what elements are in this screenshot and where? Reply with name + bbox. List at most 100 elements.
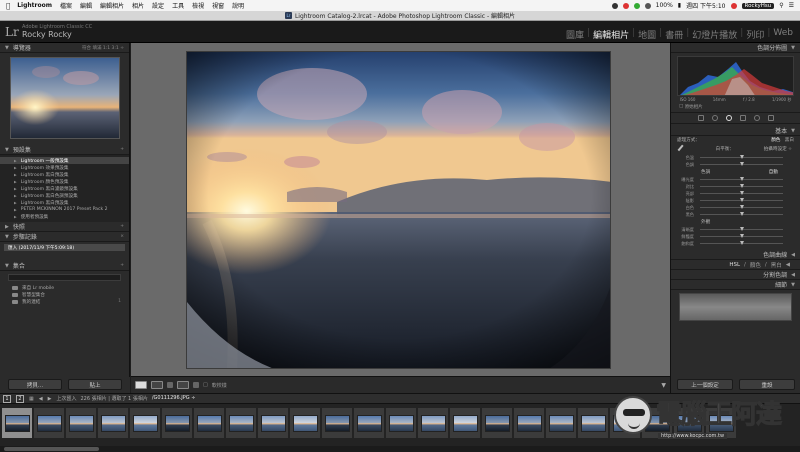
preset-folder[interactable]: ▶ 使用者預設集 — [0, 213, 129, 220]
presets-header[interactable]: ▼ 預設集 + — [0, 145, 129, 155]
filmstrip-cell[interactable] — [450, 408, 480, 438]
filmstrip-cell[interactable] — [258, 408, 288, 438]
filmstrip-cell[interactable] — [482, 408, 512, 438]
filmstrip-cell[interactable] — [578, 408, 608, 438]
collection-item[interactable]: 我的連結 1 — [0, 298, 129, 305]
filmstrip-scroll-thumb[interactable] — [4, 447, 99, 451]
split-toning-header[interactable]: 分割色調 ◀ — [671, 270, 800, 280]
copy-settings-icon[interactable] — [193, 382, 199, 388]
menu-window[interactable]: 視窗 — [212, 1, 224, 10]
menu-photo[interactable]: 相片 — [132, 1, 144, 10]
module-library[interactable]: 圖庫 — [563, 28, 587, 41]
menubar-clock[interactable]: 週四 下午5:10 — [686, 1, 725, 10]
graduated-filter-icon[interactable] — [739, 115, 746, 121]
history-header[interactable]: ▼ 步驟記錄 × — [0, 232, 129, 242]
slider-handle[interactable] — [739, 212, 744, 216]
expand-arrow-icon[interactable]: ▶ — [14, 194, 17, 198]
menu-develop[interactable]: 編輯相片 — [100, 1, 124, 10]
detail-header[interactable]: 細節 ▼ — [671, 280, 800, 290]
slider-track[interactable] — [700, 155, 783, 159]
history-step[interactable]: 匯入 (2017/11/9 下午5:09:18) — [4, 244, 125, 251]
slider-track[interactable] — [700, 234, 783, 238]
preset-folder[interactable]: ▶ Lightroom 顏色預設集 — [0, 178, 129, 185]
secondary-window-button[interactable]: 2 — [16, 394, 24, 403]
add-collection-icon[interactable]: + — [120, 263, 124, 268]
slider-handle[interactable] — [739, 184, 744, 188]
slider-handle[interactable] — [739, 177, 744, 181]
filmstrip-filename[interactable]: /G0111296.JPG ÷ — [152, 395, 196, 402]
module-print[interactable]: 列印 — [743, 28, 767, 41]
expand-arrow-icon[interactable]: ▶ — [14, 208, 17, 212]
snapshots-header[interactable]: ▶ 快照 + — [0, 222, 129, 232]
before-after-button[interactable] — [151, 381, 163, 389]
hsl-expand-icon[interactable]: ◀ — [786, 262, 790, 268]
module-web[interactable]: Web — [770, 28, 796, 41]
grid-view-icon[interactable]: ▦ — [29, 396, 34, 402]
preset-folder[interactable]: ▶ Lightroom 黑白色調預設集 — [0, 192, 129, 199]
module-book[interactable]: 書冊 — [662, 28, 686, 41]
slider-track[interactable] — [700, 184, 783, 188]
menu-edit[interactable]: 編輯 — [80, 1, 92, 10]
clear-history-icon[interactable]: × — [120, 234, 124, 239]
status-icon[interactable] — [611, 2, 618, 9]
user-menu[interactable]: RockyHsu — [741, 2, 775, 9]
basic-header[interactable]: 基本 ▼ — [671, 126, 800, 136]
preset-folder[interactable]: ▶ Lightroom 黑白預設集 — [0, 171, 129, 178]
slider-handle[interactable] — [739, 227, 744, 231]
paste-button[interactable]: 貼上 — [68, 379, 122, 390]
app-menu[interactable]: Lightroom — [17, 2, 52, 9]
expand-arrow-icon[interactable]: ▶ — [14, 215, 17, 219]
filmstrip-cell[interactable] — [2, 408, 32, 438]
menu-list-icon[interactable]: ☰ — [789, 2, 794, 9]
tone-auto-button[interactable]: 自動 — [769, 169, 778, 175]
menu-help[interactable]: 說明 — [232, 1, 244, 10]
loupe-view-button[interactable] — [135, 381, 147, 389]
battery-icon[interactable]: ▮ — [678, 2, 681, 9]
soft-proof-checkbox-icon[interactable]: □ — [203, 382, 208, 388]
navigator-zoom-options[interactable]: 符合 填滿 1:1 3:1 ÷ — [82, 45, 124, 51]
before-after-options-icon[interactable] — [167, 382, 173, 388]
status-icon[interactable] — [622, 2, 629, 9]
slider-handle[interactable] — [739, 241, 744, 245]
filmstrip-cell[interactable] — [194, 408, 224, 438]
tab-hsl[interactable]: HSL — [729, 262, 740, 268]
tone-curve-header[interactable]: 色調曲線 ◀ — [671, 250, 800, 260]
menu-view[interactable]: 檢視 — [192, 1, 204, 10]
filmstrip-cell[interactable] — [514, 408, 544, 438]
filmstrip-cell[interactable] — [130, 408, 160, 438]
filmstrip-source-path[interactable]: 上次匯入 226 張相片 | 選取了 1 張相片 /G0111296.JPG ÷ — [56, 395, 195, 402]
filmstrip-cell[interactable] — [162, 408, 192, 438]
tab-color[interactable]: 顏色 — [750, 261, 761, 269]
preset-folder[interactable]: ▶ Lightroom 一般預設集 — [0, 157, 129, 164]
filmstrip-cell[interactable] — [34, 408, 64, 438]
slider-handle[interactable] — [739, 191, 744, 195]
crop-tool-icon[interactable] — [697, 115, 704, 121]
wifi-icon[interactable] — [644, 2, 651, 9]
collections-header[interactable]: ▼ 集合 + — [0, 261, 129, 271]
spot-removal-icon[interactable] — [711, 115, 718, 121]
tab-bw[interactable]: 黑白 — [771, 261, 782, 269]
add-snapshot-icon[interactable]: + — [120, 224, 124, 229]
slider-track[interactable] — [700, 191, 783, 195]
expand-arrow-icon[interactable]: ▶ — [14, 166, 17, 170]
slider-track[interactable] — [700, 212, 783, 216]
red-eye-icon[interactable] — [725, 115, 732, 121]
preset-folder[interactable]: ▶ PETER MCKINNON 2017 Preset Pack 2 — [0, 206, 129, 213]
eyedropper-icon[interactable] — [677, 144, 688, 154]
filmstrip-cell[interactable] — [290, 408, 320, 438]
filmstrip-cell[interactable] — [66, 408, 96, 438]
menu-settings[interactable]: 設定 — [152, 1, 164, 10]
slider-track[interactable] — [700, 198, 783, 202]
expand-arrow-icon[interactable]: ▶ — [14, 159, 17, 163]
treatment-color-button[interactable]: 顏色 — [771, 138, 780, 143]
filmstrip-cell[interactable] — [354, 408, 384, 438]
collection-filter-input[interactable] — [8, 274, 121, 281]
apple-menu-icon[interactable]:  — [6, 2, 10, 10]
copy-button[interactable]: 拷貝... — [8, 379, 62, 390]
search-icon[interactable]: ⚲ — [779, 2, 783, 9]
menu-tools[interactable]: 工具 — [172, 1, 184, 10]
module-develop[interactable]: 編輯相片 — [590, 28, 632, 41]
menu-file[interactable]: 檔案 — [60, 1, 72, 10]
slider-track[interactable] — [700, 177, 783, 181]
filmstrip-cell[interactable] — [546, 408, 576, 438]
